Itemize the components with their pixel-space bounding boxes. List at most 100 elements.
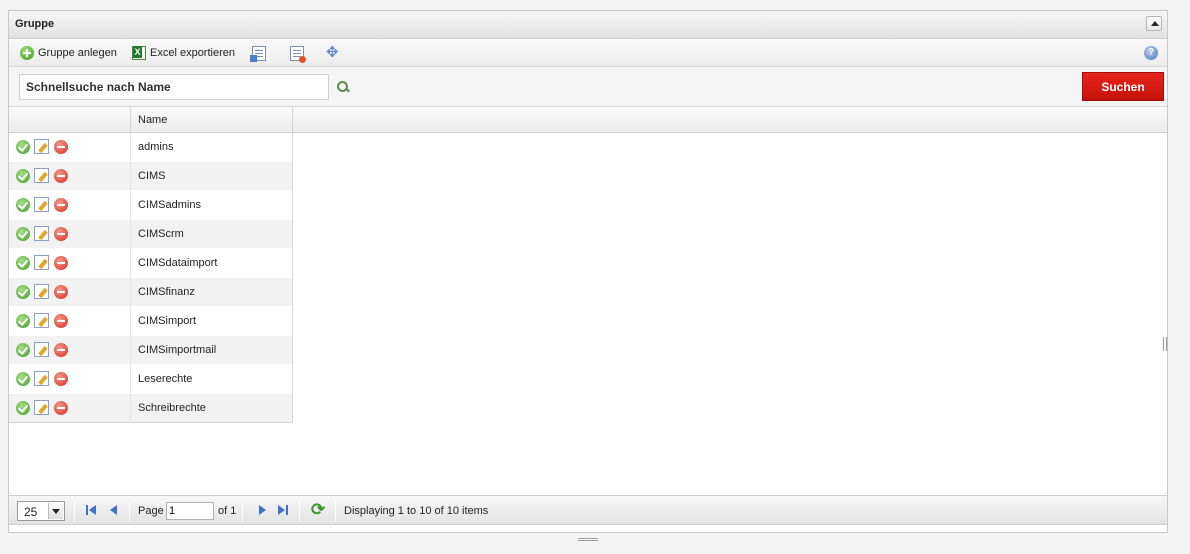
row-actions bbox=[9, 133, 131, 162]
delete-icon[interactable] bbox=[54, 227, 68, 241]
column-resize-handle[interactable] bbox=[1163, 337, 1167, 351]
chevron-down-icon[interactable] bbox=[48, 503, 63, 519]
toolbar-move-button[interactable] bbox=[326, 43, 342, 62]
excel-export-button[interactable]: Excel exportieren bbox=[132, 44, 235, 62]
table-row[interactable]: CIMS bbox=[9, 162, 293, 191]
activate-icon[interactable] bbox=[16, 140, 30, 154]
row-actions bbox=[9, 278, 131, 307]
row-actions bbox=[9, 336, 131, 365]
row-actions bbox=[9, 220, 131, 249]
panel-header: Gruppe bbox=[9, 11, 1167, 39]
delete-icon[interactable] bbox=[54, 169, 68, 183]
table-row[interactable]: CIMSfinanz bbox=[9, 278, 293, 307]
column-header-name[interactable]: Name bbox=[131, 107, 293, 132]
table-row[interactable]: admins bbox=[9, 133, 293, 162]
edit-icon[interactable] bbox=[34, 371, 49, 386]
group-panel: Gruppe Gruppe anlegen Excel exportieren … bbox=[8, 10, 1168, 541]
search-input[interactable] bbox=[19, 74, 329, 100]
edit-icon[interactable] bbox=[34, 284, 49, 299]
activate-icon[interactable] bbox=[16, 256, 30, 270]
page-label: Page bbox=[138, 505, 164, 517]
table-row[interactable]: Schreibrechte bbox=[9, 394, 293, 423]
group-name: CIMSfinanz bbox=[138, 286, 195, 298]
group-name: CIMSimport bbox=[138, 315, 197, 327]
activate-icon[interactable] bbox=[16, 285, 30, 299]
document-remove-icon bbox=[290, 45, 306, 63]
refresh-icon[interactable] bbox=[311, 500, 327, 520]
panel-title: Gruppe bbox=[15, 18, 55, 30]
edit-icon[interactable] bbox=[34, 342, 49, 357]
delete-icon[interactable] bbox=[54, 256, 68, 270]
move-arrows-icon bbox=[326, 43, 342, 61]
delete-icon[interactable] bbox=[54, 198, 68, 212]
activate-icon[interactable] bbox=[16, 401, 30, 415]
row-actions bbox=[9, 307, 131, 336]
search-bar: Suchen bbox=[9, 67, 1167, 107]
previous-page-icon[interactable] bbox=[108, 504, 120, 516]
activate-icon[interactable] bbox=[16, 169, 30, 183]
pagination-status: Displaying 1 to 10 of 10 items bbox=[344, 505, 489, 517]
delete-icon[interactable] bbox=[54, 140, 68, 154]
group-name: admins bbox=[138, 141, 174, 153]
table-row[interactable]: CIMSdataimport bbox=[9, 249, 293, 278]
activate-icon[interactable] bbox=[16, 372, 30, 386]
page-size-select[interactable]: 25 bbox=[17, 501, 65, 521]
edit-icon[interactable] bbox=[34, 197, 49, 212]
delete-icon[interactable] bbox=[54, 343, 68, 357]
edit-icon[interactable] bbox=[34, 226, 49, 241]
pagination-bar: 25 Page of 1 Displaying 1 to 10 of 10 it… bbox=[9, 495, 1167, 525]
toolbar-doc-remove-button[interactable] bbox=[290, 44, 306, 63]
edit-icon[interactable] bbox=[34, 400, 49, 415]
edit-icon[interactable] bbox=[34, 139, 49, 154]
edit-icon[interactable] bbox=[34, 313, 49, 328]
search-button[interactable]: Suchen bbox=[1082, 72, 1164, 101]
last-page-icon[interactable] bbox=[277, 504, 289, 516]
row-actions bbox=[9, 191, 131, 220]
table-row[interactable]: CIMScrm bbox=[9, 220, 293, 249]
group-name: Leserechte bbox=[138, 373, 193, 385]
edit-icon[interactable] bbox=[34, 255, 49, 270]
page-size-value: 25 bbox=[24, 505, 38, 519]
collapse-button[interactable] bbox=[1146, 16, 1162, 31]
group-name: Schreibrechte bbox=[138, 402, 206, 414]
table-row[interactable]: CIMSadmins bbox=[9, 191, 293, 220]
activate-icon[interactable] bbox=[16, 198, 30, 212]
group-name: CIMSdataimport bbox=[138, 257, 218, 269]
delete-icon[interactable] bbox=[54, 401, 68, 415]
row-actions bbox=[9, 394, 131, 423]
activate-icon[interactable] bbox=[16, 343, 30, 357]
page-number-input[interactable] bbox=[166, 502, 214, 520]
group-grid: Name admins CIMS CIMSadmins CIMScrm CIMSdata… bbox=[9, 107, 1167, 495]
panel-resize-grip[interactable] bbox=[578, 538, 598, 541]
first-page-icon[interactable] bbox=[86, 504, 98, 516]
delete-icon[interactable] bbox=[54, 372, 68, 386]
excel-icon bbox=[132, 46, 146, 60]
delete-icon[interactable] bbox=[54, 314, 68, 328]
activate-icon[interactable] bbox=[16, 314, 30, 328]
table-row[interactable]: CIMSimportmail bbox=[9, 336, 293, 365]
edit-icon[interactable] bbox=[34, 168, 49, 183]
delete-icon[interactable] bbox=[54, 285, 68, 299]
page-of-label: of 1 bbox=[218, 505, 237, 517]
next-page-icon[interactable] bbox=[257, 504, 269, 516]
row-actions bbox=[9, 365, 131, 394]
table-row[interactable]: CIMSimport bbox=[9, 307, 293, 336]
toolbar-doc-button[interactable] bbox=[250, 44, 266, 62]
row-actions bbox=[9, 162, 131, 191]
grid-rows: admins CIMS CIMSadmins CIMScrm CIMSdataimpor… bbox=[9, 133, 293, 423]
row-actions bbox=[9, 249, 131, 278]
excel-export-label: Excel exportieren bbox=[150, 47, 235, 59]
grid-header: Name bbox=[9, 107, 1167, 133]
group-name: CIMScrm bbox=[138, 228, 184, 240]
group-name: CIMS bbox=[138, 170, 166, 182]
group-name: CIMSimportmail bbox=[138, 344, 217, 356]
add-icon bbox=[20, 46, 34, 60]
document-list-icon bbox=[250, 45, 266, 62]
add-group-button[interactable]: Gruppe anlegen bbox=[20, 44, 117, 62]
activate-icon[interactable] bbox=[16, 227, 30, 241]
help-icon[interactable]: ? bbox=[1144, 46, 1158, 60]
group-name: CIMSadmins bbox=[138, 199, 201, 211]
add-group-label: Gruppe anlegen bbox=[38, 47, 117, 59]
table-row[interactable]: Leserechte bbox=[9, 365, 293, 394]
search-icon[interactable] bbox=[336, 80, 350, 94]
